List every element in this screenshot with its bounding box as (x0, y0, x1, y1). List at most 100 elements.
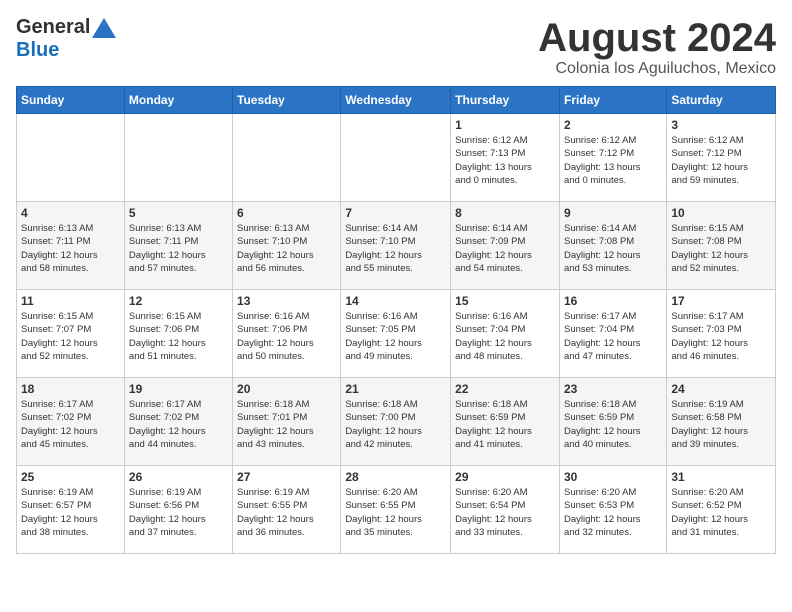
calendar-cell (233, 114, 341, 202)
day-header-tuesday: Tuesday (233, 87, 341, 114)
day-number: 24 (671, 382, 771, 396)
day-info: Sunrise: 6:19 AM Sunset: 6:56 PM Dayligh… (129, 486, 228, 539)
calendar-cell: 20 Sunrise: 6:18 AM Sunset: 7:01 PM Dayli… (233, 378, 341, 466)
calendar-cell (124, 114, 232, 202)
week-row-4: 18 Sunrise: 6:17 AM Sunset: 7:02 PM Dayli… (17, 378, 776, 466)
logo-icon (92, 18, 116, 38)
title-area: August 2024 Colonia los Aguiluchos, Mexi… (538, 16, 776, 78)
day-number: 6 (237, 206, 336, 220)
day-header-monday: Monday (124, 87, 232, 114)
calendar-cell: 17Sunrise: 6:17 AM Sunset: 7:03 PM Dayli… (667, 290, 776, 378)
day-number: 30 (564, 470, 662, 484)
day-number: 27 (237, 470, 336, 484)
day-number: 18 (21, 382, 120, 396)
day-info: Sunrise: 6:13 AM Sunset: 7:10 PM Dayligh… (237, 222, 336, 275)
calendar-cell: 22 Sunrise: 6:18 AM Sunset: 6:59 PM Dayli… (451, 378, 560, 466)
day-info: Sunrise: 6:14 AM Sunset: 7:10 PM Dayligh… (345, 222, 446, 275)
calendar-cell: 3 Sunrise: 6:12 AM Sunset: 7:12 PM Daylig… (667, 114, 776, 202)
calendar-body: 1Sunrise: 6:12 AM Sunset: 7:13 PM Daylig… (17, 114, 776, 554)
day-info: Sunrise: 6:17 AM Sunset: 7:04 PM Dayligh… (564, 310, 662, 363)
calendar-cell (17, 114, 125, 202)
day-info: Sunrise: 6:15 AM Sunset: 7:08 PM Dayligh… (671, 222, 771, 275)
day-number: 31 (671, 470, 771, 484)
calendar-cell: 19Sunrise: 6:17 AM Sunset: 7:02 PM Dayli… (124, 378, 232, 466)
calendar-cell: 31 Sunrise: 6:20 AM Sunset: 6:52 PM Dayli… (667, 466, 776, 554)
logo-general-text: General (16, 16, 90, 39)
day-number: 16 (564, 294, 662, 308)
day-info: Sunrise: 6:19 AM Sunset: 6:55 PM Dayligh… (237, 486, 336, 539)
day-info: Sunrise: 6:20 AM Sunset: 6:55 PM Dayligh… (345, 486, 446, 539)
calendar-cell: 15 Sunrise: 6:16 AM Sunset: 7:04 PM Dayli… (451, 290, 560, 378)
calendar-cell: 2 Sunrise: 6:12 AM Sunset: 7:12 PM Daylig… (559, 114, 666, 202)
calendar-cell: 21 Sunrise: 6:18 AM Sunset: 7:00 PM Dayli… (341, 378, 451, 466)
calendar-cell: 6 Sunrise: 6:13 AM Sunset: 7:10 PM Daylig… (233, 202, 341, 290)
day-info: Sunrise: 6:12 AM Sunset: 7:13 PM Dayligh… (455, 134, 555, 187)
calendar-table: SundayMondayTuesdayWednesdayThursdayFrid… (16, 86, 776, 554)
calendar-cell: 4 Sunrise: 6:13 AM Sunset: 7:11 PM Daylig… (17, 202, 125, 290)
calendar-cell: 9 Sunrise: 6:14 AM Sunset: 7:08 PM Daylig… (559, 202, 666, 290)
calendar-cell: 8 Sunrise: 6:14 AM Sunset: 7:09 PM Daylig… (451, 202, 560, 290)
week-row-3: 11Sunrise: 6:15 AM Sunset: 7:07 PM Dayli… (17, 290, 776, 378)
day-number: 14 (345, 294, 446, 308)
calendar-cell: 24 Sunrise: 6:19 AM Sunset: 6:58 PM Dayli… (667, 378, 776, 466)
day-number: 21 (345, 382, 446, 396)
calendar-cell: 23 Sunrise: 6:18 AM Sunset: 6:59 PM Dayli… (559, 378, 666, 466)
day-info: Sunrise: 6:20 AM Sunset: 6:53 PM Dayligh… (564, 486, 662, 539)
calendar-cell: 7 Sunrise: 6:14 AM Sunset: 7:10 PM Daylig… (341, 202, 451, 290)
day-number: 7 (345, 206, 446, 220)
calendar-cell: 12 Sunrise: 6:15 AM Sunset: 7:06 PM Dayli… (124, 290, 232, 378)
page-header: General Blue August 2024 Colonia los Agu… (16, 16, 776, 78)
day-info: Sunrise: 6:15 AM Sunset: 7:06 PM Dayligh… (129, 310, 228, 363)
week-row-1: 1Sunrise: 6:12 AM Sunset: 7:13 PM Daylig… (17, 114, 776, 202)
calendar-cell: 27 Sunrise: 6:19 AM Sunset: 6:55 PM Dayli… (233, 466, 341, 554)
day-header-saturday: Saturday (667, 87, 776, 114)
day-info: Sunrise: 6:12 AM Sunset: 7:12 PM Dayligh… (564, 134, 662, 187)
week-row-5: 25Sunrise: 6:19 AM Sunset: 6:57 PM Dayli… (17, 466, 776, 554)
day-info: Sunrise: 6:18 AM Sunset: 6:59 PM Dayligh… (564, 398, 662, 451)
day-number: 28 (345, 470, 446, 484)
week-row-2: 4 Sunrise: 6:13 AM Sunset: 7:11 PM Daylig… (17, 202, 776, 290)
calendar-cell: 13Sunrise: 6:16 AM Sunset: 7:06 PM Dayli… (233, 290, 341, 378)
day-info: Sunrise: 6:20 AM Sunset: 6:54 PM Dayligh… (455, 486, 555, 539)
calendar-cell: 29 Sunrise: 6:20 AM Sunset: 6:54 PM Dayli… (451, 466, 560, 554)
day-number: 3 (671, 118, 771, 132)
day-info: Sunrise: 6:20 AM Sunset: 6:52 PM Dayligh… (671, 486, 771, 539)
day-number: 12 (129, 294, 228, 308)
day-header-friday: Friday (559, 87, 666, 114)
day-number: 20 (237, 382, 336, 396)
day-number: 26 (129, 470, 228, 484)
month-title: August 2024 (538, 16, 776, 60)
day-header-sunday: Sunday (17, 87, 125, 114)
day-number: 11 (21, 294, 120, 308)
day-info: Sunrise: 6:16 AM Sunset: 7:04 PM Dayligh… (455, 310, 555, 363)
day-header-wednesday: Wednesday (341, 87, 451, 114)
day-number: 9 (564, 206, 662, 220)
day-info: Sunrise: 6:17 AM Sunset: 7:03 PM Dayligh… (671, 310, 771, 363)
day-info: Sunrise: 6:16 AM Sunset: 7:05 PM Dayligh… (345, 310, 446, 363)
day-info: Sunrise: 6:14 AM Sunset: 7:08 PM Dayligh… (564, 222, 662, 275)
day-info: Sunrise: 6:17 AM Sunset: 7:02 PM Dayligh… (129, 398, 228, 451)
day-info: Sunrise: 6:18 AM Sunset: 6:59 PM Dayligh… (455, 398, 555, 451)
day-header-thursday: Thursday (451, 87, 560, 114)
day-number: 4 (21, 206, 120, 220)
calendar-cell (341, 114, 451, 202)
day-info: Sunrise: 6:16 AM Sunset: 7:06 PM Dayligh… (237, 310, 336, 363)
calendar-cell: 30 Sunrise: 6:20 AM Sunset: 6:53 PM Dayli… (559, 466, 666, 554)
day-number: 8 (455, 206, 555, 220)
day-number: 10 (671, 206, 771, 220)
day-number: 29 (455, 470, 555, 484)
day-info: Sunrise: 6:18 AM Sunset: 7:01 PM Dayligh… (237, 398, 336, 451)
day-info: Sunrise: 6:19 AM Sunset: 6:57 PM Dayligh… (21, 486, 120, 539)
day-info: Sunrise: 6:18 AM Sunset: 7:00 PM Dayligh… (345, 398, 446, 451)
day-info: Sunrise: 6:13 AM Sunset: 7:11 PM Dayligh… (21, 222, 120, 275)
day-info: Sunrise: 6:19 AM Sunset: 6:58 PM Dayligh… (671, 398, 771, 451)
day-info: Sunrise: 6:14 AM Sunset: 7:09 PM Dayligh… (455, 222, 555, 275)
calendar-cell: 16 Sunrise: 6:17 AM Sunset: 7:04 PM Dayli… (559, 290, 666, 378)
day-info: Sunrise: 6:12 AM Sunset: 7:12 PM Dayligh… (671, 134, 771, 187)
calendar-header-row: SundayMondayTuesdayWednesdayThursdayFrid… (17, 87, 776, 114)
calendar-cell: 5Sunrise: 6:13 AM Sunset: 7:11 PM Daylig… (124, 202, 232, 290)
day-number: 22 (455, 382, 555, 396)
day-number: 2 (564, 118, 662, 132)
day-number: 23 (564, 382, 662, 396)
day-number: 15 (455, 294, 555, 308)
